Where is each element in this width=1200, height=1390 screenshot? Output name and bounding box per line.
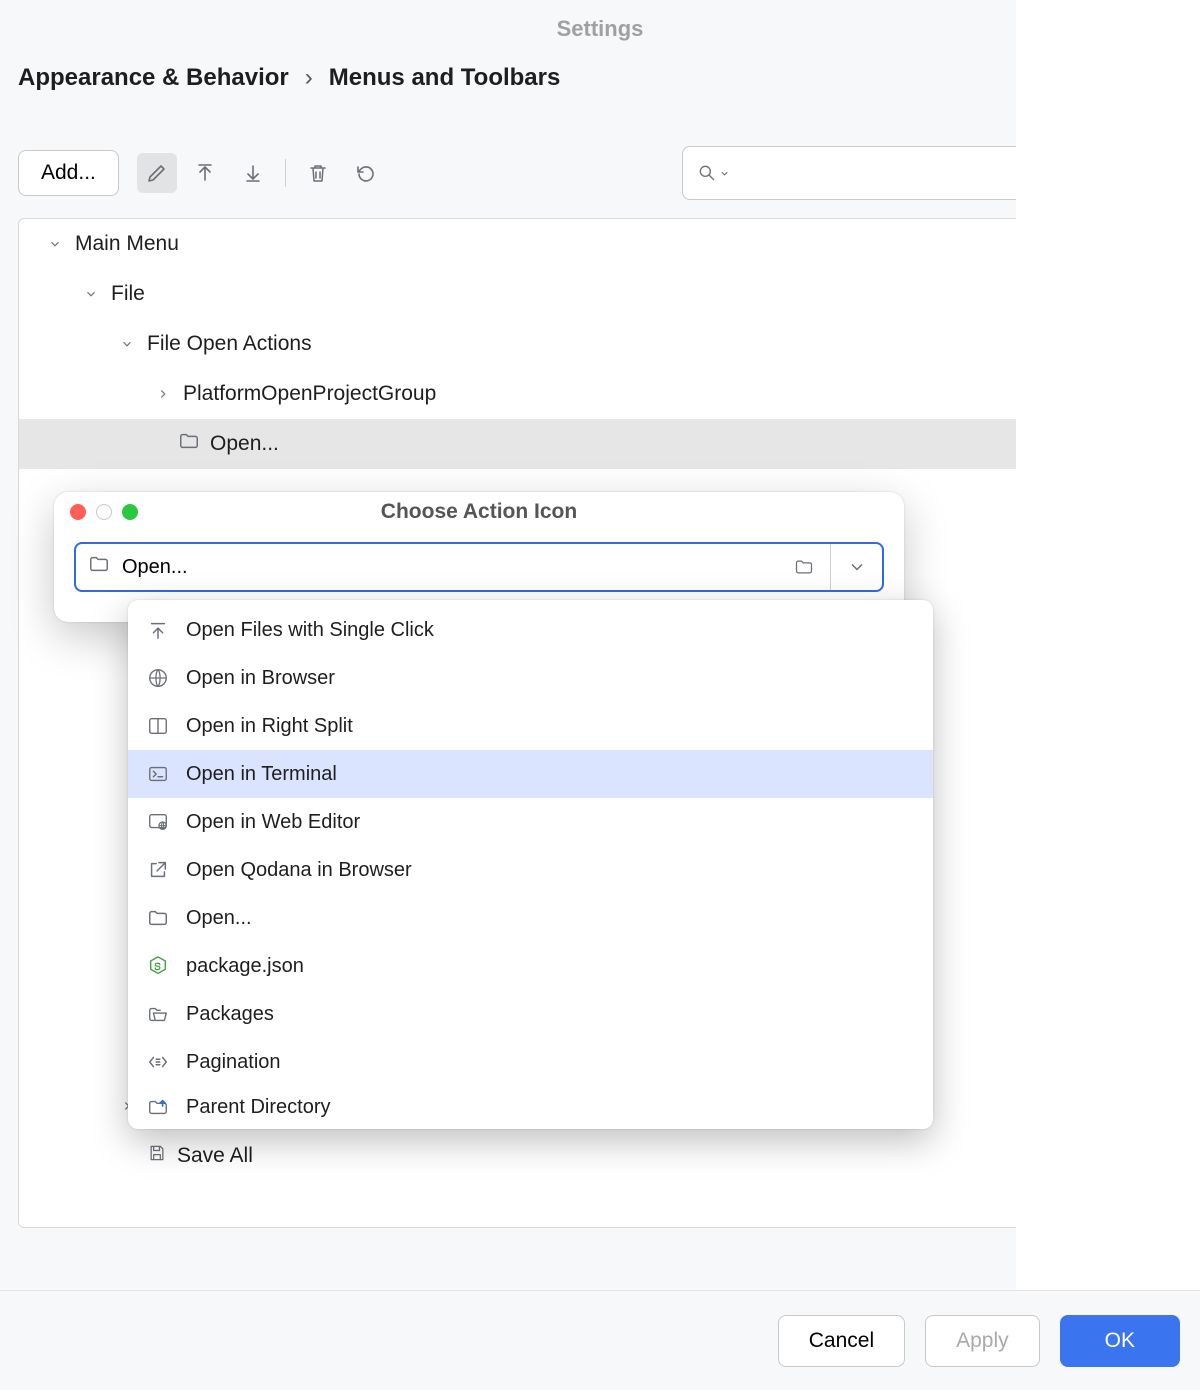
tree-label: File Open Actions bbox=[147, 332, 312, 356]
webedit-icon bbox=[146, 811, 170, 833]
action-input[interactable] bbox=[122, 556, 766, 579]
dropdown-item-label: Open in Web Editor bbox=[186, 811, 360, 834]
dropdown-item[interactable]: package.json bbox=[128, 942, 933, 990]
dropdown-item-label: Open in Browser bbox=[186, 667, 335, 690]
locate-icon bbox=[146, 619, 170, 641]
dropdown-item-label: Open... bbox=[186, 907, 252, 930]
tree-item-main-menu[interactable]: Main Menu bbox=[19, 219, 1181, 269]
dropdown-item-label: Pagination bbox=[186, 1051, 281, 1074]
tree-label: Open... bbox=[210, 432, 279, 456]
minimize-icon[interactable] bbox=[96, 504, 112, 520]
tree-label: Save All bbox=[177, 1144, 253, 1168]
cancel-button[interactable]: Cancel bbox=[778, 1315, 905, 1367]
external-icon bbox=[146, 859, 170, 881]
add-button[interactable]: Add... bbox=[18, 150, 119, 196]
dropdown-item[interactable]: Open Files with Single Click bbox=[128, 606, 933, 654]
apply-button[interactable]: Apply bbox=[925, 1315, 1040, 1367]
dropdown-item[interactable]: Parent Directory bbox=[128, 1086, 933, 1119]
browse-icon[interactable] bbox=[778, 544, 830, 590]
dropdown-item-label: Open in Terminal bbox=[186, 763, 337, 786]
folder-icon bbox=[146, 907, 170, 929]
move-down-icon[interactable] bbox=[233, 153, 273, 193]
dropdown-item[interactable]: Open... bbox=[128, 894, 933, 942]
divider bbox=[285, 159, 286, 187]
dropdown-item[interactable]: Open Qodana in Browser bbox=[128, 846, 933, 894]
save-icon bbox=[147, 1143, 167, 1169]
toolbar: Add... bbox=[18, 146, 1182, 200]
tree-label: Main Menu bbox=[75, 232, 179, 256]
search-icon bbox=[697, 163, 717, 183]
action-combo[interactable] bbox=[74, 542, 884, 592]
background-panel bbox=[1016, 0, 1200, 1290]
chevron-right-icon: › bbox=[305, 64, 313, 92]
move-up-icon[interactable] bbox=[185, 153, 225, 193]
delete-icon[interactable] bbox=[298, 153, 338, 193]
tree-label: File bbox=[111, 282, 145, 306]
tree-label: PlatformOpenProjectGroup bbox=[183, 382, 436, 406]
dropdown-item[interactable]: Open in Browser bbox=[128, 654, 933, 702]
chevron-down-icon bbox=[45, 234, 65, 254]
dropdown-item-label: Parent Directory bbox=[186, 1096, 331, 1119]
tree-item-open[interactable]: Open... bbox=[19, 419, 1181, 469]
chevron-down-icon bbox=[81, 284, 101, 304]
chevron-right-icon bbox=[153, 384, 173, 404]
dropdown-item-label: Open Files with Single Click bbox=[186, 619, 434, 642]
dropdown-item[interactable]: Open in Web Editor bbox=[128, 798, 933, 846]
close-icon[interactable] bbox=[70, 504, 86, 520]
dropdown-item[interactable]: Open in Terminal bbox=[128, 750, 933, 798]
action-dropdown: Open Files with Single Click Open in Brow… bbox=[128, 600, 933, 1129]
tree-item-file[interactable]: File bbox=[19, 269, 1181, 319]
breadcrumb-item-appearance[interactable]: Appearance & Behavior bbox=[18, 64, 289, 92]
tree-item-file-open-actions[interactable]: File Open Actions bbox=[19, 319, 1181, 369]
dropdown-item[interactable]: Open in Right Split bbox=[128, 702, 933, 750]
dropdown-item-label: Packages bbox=[186, 1003, 274, 1026]
revert-icon[interactable] bbox=[346, 153, 386, 193]
chevron-down-icon[interactable] bbox=[830, 544, 882, 590]
folder-icon bbox=[178, 430, 200, 458]
chevron-down-icon bbox=[117, 334, 137, 354]
terminal-icon bbox=[146, 763, 170, 785]
zoom-icon[interactable] bbox=[122, 504, 138, 520]
dropdown-item-label: Open Qodana in Browser bbox=[186, 859, 412, 882]
dropdown-item-label: package.json bbox=[186, 955, 304, 978]
nodejs-icon bbox=[146, 955, 170, 977]
ok-button[interactable]: OK bbox=[1060, 1315, 1180, 1367]
folder-icon bbox=[88, 553, 110, 581]
packages-icon bbox=[146, 1003, 170, 1025]
dropdown-item[interactable]: Packages bbox=[128, 990, 933, 1038]
dropdown-item-label: Open in Right Split bbox=[186, 715, 353, 738]
window-controls bbox=[70, 504, 138, 520]
dialog-title: Choose Action Icon bbox=[54, 500, 904, 524]
split-icon bbox=[146, 715, 170, 737]
tree-item-platform-open[interactable]: PlatformOpenProjectGroup bbox=[19, 369, 1181, 419]
dropdown-item[interactable]: Pagination bbox=[128, 1038, 933, 1086]
choose-action-icon-dialog: Choose Action Icon Open Files with Singl… bbox=[54, 492, 904, 622]
chevron-down-icon bbox=[719, 168, 730, 179]
edit-icon[interactable] bbox=[137, 153, 177, 193]
breadcrumb-item-menus[interactable]: Menus and Toolbars bbox=[329, 64, 561, 92]
parent-icon bbox=[146, 1096, 170, 1118]
globe-icon bbox=[146, 667, 170, 689]
dialog-footer: Cancel Apply OK bbox=[0, 1290, 1200, 1390]
tree-item-save-all[interactable]: Save All bbox=[19, 1131, 1181, 1181]
pagination-icon bbox=[146, 1051, 170, 1073]
